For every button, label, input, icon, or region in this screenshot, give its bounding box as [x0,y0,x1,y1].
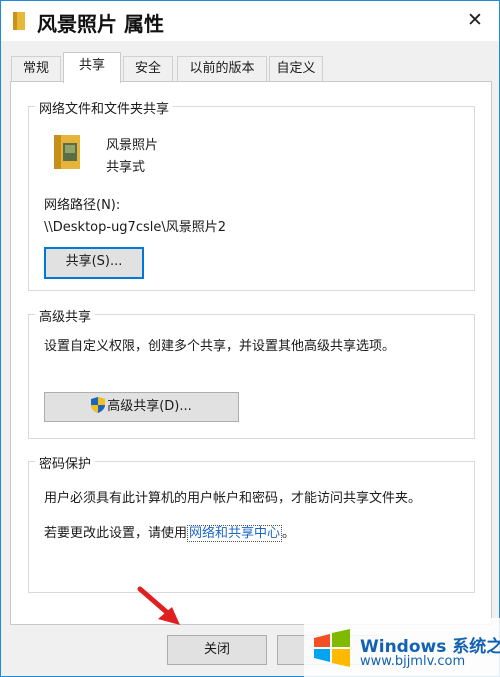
group-title: 网络文件和文件夹共享 [35,98,174,117]
network-share-group: 网络文件和文件夹共享 风景照片 共享式 网络路径(N): \\Desktop-u… [28,98,475,291]
window-title: 风景照片 属性 [37,12,164,36]
tab-previous-versions[interactable]: 以前的版本 [177,56,267,81]
windows-logo-icon [314,629,350,667]
network-path-label: 网络路径(N): [44,198,121,213]
tab-customize[interactable]: 自定义 [269,56,323,81]
uac-shield-icon [91,397,106,413]
properties-dialog: 风景照片 属性 ✕ 常规 共享 安全 以前的版本 自定义 网络文件和文件夹共享 … [0,0,500,677]
share-button[interactable]: 共享(S)... [44,247,144,279]
group-title: 高级共享 [35,306,96,325]
tab-security[interactable]: 安全 [123,56,173,81]
network-sharing-center-link[interactable]: 网络和共享中心 [187,525,283,542]
share-status: 共享式 [106,160,146,175]
tab-strip: 常规 共享 安全 以前的版本 自定义 [1,41,499,83]
folder-icon [54,135,80,169]
folder-name: 风景照片 [106,138,159,153]
advanced-share-group: 高级共享 设置自定义权限，创建多个共享，并设置其他高级共享选项。 高级共享(D)… [28,306,475,439]
password-line-2: 若要更改此设置，请使用 网络和共享中心。 [44,522,296,542]
advanced-share-description: 设置自定义权限，创建多个共享，并设置其他高级共享选项。 [44,339,396,354]
password-protection-group: 密码保护 用户必须具有此计算机的用户帐户和密码，才能访问共享文件夹。 若要更改此… [28,453,475,593]
advanced-share-button[interactable]: 高级共享(D)... [44,392,239,422]
red-arrow-annotation [137,586,180,625]
password-line-2-suffix: 。 [282,526,296,541]
watermark-url: www.bjjmlv.com [360,654,466,669]
advanced-share-label: 高级共享(D)... [107,399,192,414]
network-path-value: \\Desktop-ug7csle\风景照片2 [44,220,227,235]
close-button[interactable]: 关闭 [167,635,267,665]
password-line-2-prefix: 若要更改此设置，请使用 [44,526,188,541]
title-bar: 风景照片 属性 ✕ [1,1,499,41]
watermark: Windows 系统之家 www.bjjmlv.com [304,618,500,677]
folder-icon [13,12,25,30]
tab-general[interactable]: 常规 [11,56,61,81]
sharing-page: 网络文件和文件夹共享 风景照片 共享式 网络路径(N): \\Desktop-u… [10,81,492,625]
tab-sharing[interactable]: 共享 [63,52,121,83]
close-icon[interactable]: ✕ [465,10,485,30]
group-title: 密码保护 [35,453,96,472]
password-line-1: 用户必须具有此计算机的用户帐户和密码，才能访问共享文件夹。 [44,491,422,506]
